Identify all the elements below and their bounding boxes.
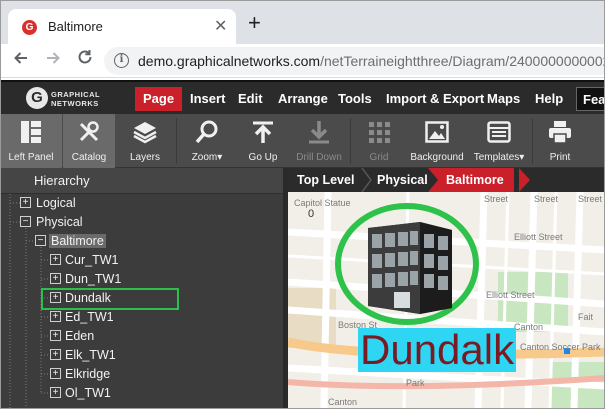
menu-insert[interactable]: Insert xyxy=(182,87,233,111)
catalog-button[interactable]: Catalog xyxy=(63,114,115,168)
layers-button[interactable]: Layers xyxy=(118,114,172,168)
forward-arrow-icon[interactable] xyxy=(44,49,62,72)
browser-tab[interactable]: G Baltimore ✕ xyxy=(8,9,236,45)
map-canvas[interactable]: Capitol Statue Elliott Street Elliott St… xyxy=(288,192,605,409)
map-label: Street xyxy=(484,194,509,204)
menu-features[interactable]: Fea xyxy=(576,87,605,111)
close-icon[interactable]: ✕ xyxy=(214,16,227,36)
background-button[interactable]: Background xyxy=(406,114,468,168)
drill-down-button[interactable]: Drill Down xyxy=(292,114,346,168)
grid-button[interactable]: Grid xyxy=(354,114,404,168)
map-label: Park xyxy=(406,378,425,388)
magnifier-icon xyxy=(195,120,218,144)
browser-tab-strip: G Baltimore ✕ + xyxy=(0,0,605,45)
print-button[interactable]: Print xyxy=(536,114,584,168)
reload-icon[interactable] xyxy=(76,48,94,71)
tree-node-label[interactable]: Eden xyxy=(65,329,94,343)
hierarchy-title: Hierarchy xyxy=(34,173,90,188)
tree-node-label[interactable]: Elk_TW1 xyxy=(65,348,116,362)
image-icon xyxy=(425,121,449,143)
hierarchy-panel: Hierarchy + Logical − Physical − Baltimo… xyxy=(0,168,283,409)
wrench-screwdriver-icon xyxy=(79,121,99,142)
breadcrumb-top-level[interactable]: Top Level xyxy=(297,168,354,192)
dundalk-highlight-box xyxy=(41,288,179,310)
menu-page[interactable]: Page xyxy=(135,87,183,111)
menu-import-export[interactable]: Import & Export xyxy=(378,87,492,111)
map-zoom-indicator: 0 xyxy=(308,208,315,220)
breadcrumb-baltimore[interactable]: Baltimore xyxy=(428,168,514,192)
map-label: Canton xyxy=(514,322,544,332)
breadcrumb-arrow-tip xyxy=(519,168,530,192)
printer-icon xyxy=(549,121,571,144)
url-input[interactable]: i demo.graphicalnetworks.com/netTerraine… xyxy=(104,47,605,75)
menu-maps[interactable]: Maps xyxy=(479,87,528,111)
tree-node-label[interactable]: Dun_TW1 xyxy=(65,272,121,286)
background-label: Background xyxy=(410,152,464,163)
menu-arrange[interactable]: Arrange xyxy=(270,87,336,111)
arrow-down-icon xyxy=(309,121,329,144)
go-up-label: Go Up xyxy=(248,152,278,163)
left-panel-icon xyxy=(21,121,41,143)
menu-tools[interactable]: Tools xyxy=(330,87,380,111)
templates-text: Templates xyxy=(473,152,520,163)
templates-label: Templates▾ xyxy=(470,152,528,163)
layers-label: Layers xyxy=(129,152,160,163)
toolbar-divider xyxy=(176,118,177,164)
menu-help[interactable]: Help xyxy=(527,87,571,111)
map-label: Canton xyxy=(328,397,358,407)
template-icon xyxy=(487,121,511,143)
catalog-label: Catalog xyxy=(71,152,107,163)
tree-node-label[interactable]: Ed_TW1 xyxy=(65,310,114,324)
left-panel-label: Left Panel xyxy=(8,152,54,163)
app-menu-bar: G GRAPHICAL NETWORKS Page Insert Edit Ar… xyxy=(0,80,605,114)
toolbar-divider xyxy=(532,118,533,164)
tree-node-label[interactable]: Ol_TW1 xyxy=(65,386,111,400)
toolbar-divider xyxy=(350,118,351,164)
logo-line-1: GRAPHICAL xyxy=(51,90,101,99)
logo-mark: G xyxy=(26,87,48,109)
chevron-down-icon: ▾ xyxy=(519,152,525,163)
layers-icon xyxy=(133,122,157,144)
new-tab-button[interactable]: + xyxy=(248,12,261,34)
hierarchy-header: Hierarchy xyxy=(0,168,283,194)
map-label: Elliott Street xyxy=(514,232,563,242)
zoom-dropdown[interactable]: Zoom▾ xyxy=(180,114,234,168)
drill-down-label: Drill Down xyxy=(296,152,342,163)
print-label: Print xyxy=(549,152,571,163)
breadcrumb: Top Level Physical Baltimore xyxy=(288,168,605,192)
chevron-down-icon: ▾ xyxy=(217,152,223,163)
menu-edit[interactable]: Edit xyxy=(230,87,271,111)
logo-line-2: NETWORKS xyxy=(51,99,99,108)
node-label-dundalk[interactable]: Dundalk xyxy=(358,328,517,372)
tree-node-label[interactable]: Cur_TW1 xyxy=(65,253,118,267)
map-label: Elliott Street xyxy=(486,290,535,300)
url-host: demo.graphicalnetworks.com xyxy=(138,53,321,69)
url-path: /netTerraineightthree/Diagram/2400000000… xyxy=(320,53,605,69)
address-bar-row: i demo.graphicalnetworks.com/netTerraine… xyxy=(0,44,605,78)
map-label: Fait xyxy=(578,312,594,322)
map-label: Canton Soccer Park xyxy=(520,342,601,352)
map-label: Street xyxy=(578,194,603,204)
map-label: Street xyxy=(534,194,559,204)
toolbar: Left Panel Catalog Layers Zoom▾ Go Up Dr… xyxy=(0,114,605,168)
go-up-button[interactable]: Go Up xyxy=(238,114,288,168)
breadcrumb-notch xyxy=(428,168,438,192)
arrow-up-icon xyxy=(253,121,273,143)
tree-node-label[interactable]: Elkridge xyxy=(65,367,110,381)
favicon-icon: G xyxy=(22,20,37,35)
grid-icon xyxy=(369,122,390,143)
left-panel-button[interactable]: Left Panel xyxy=(0,114,62,168)
grid-label: Grid xyxy=(369,152,389,163)
zoom-label: Zoom▾ xyxy=(180,152,234,163)
breadcrumb-separator xyxy=(361,168,372,192)
map-label: Capitol Statue xyxy=(294,198,351,208)
back-arrow-icon[interactable] xyxy=(12,49,30,72)
building-icon[interactable] xyxy=(364,216,456,316)
info-icon[interactable]: i xyxy=(114,53,129,68)
breadcrumb-physical[interactable]: Physical xyxy=(377,168,428,192)
templates-dropdown[interactable]: Templates▾ xyxy=(470,114,528,168)
url-text: demo.graphicalnetworks.com/netTerraineig… xyxy=(138,53,605,69)
zoom-text: Zoom xyxy=(191,152,218,163)
tab-title: Baltimore xyxy=(48,19,103,34)
